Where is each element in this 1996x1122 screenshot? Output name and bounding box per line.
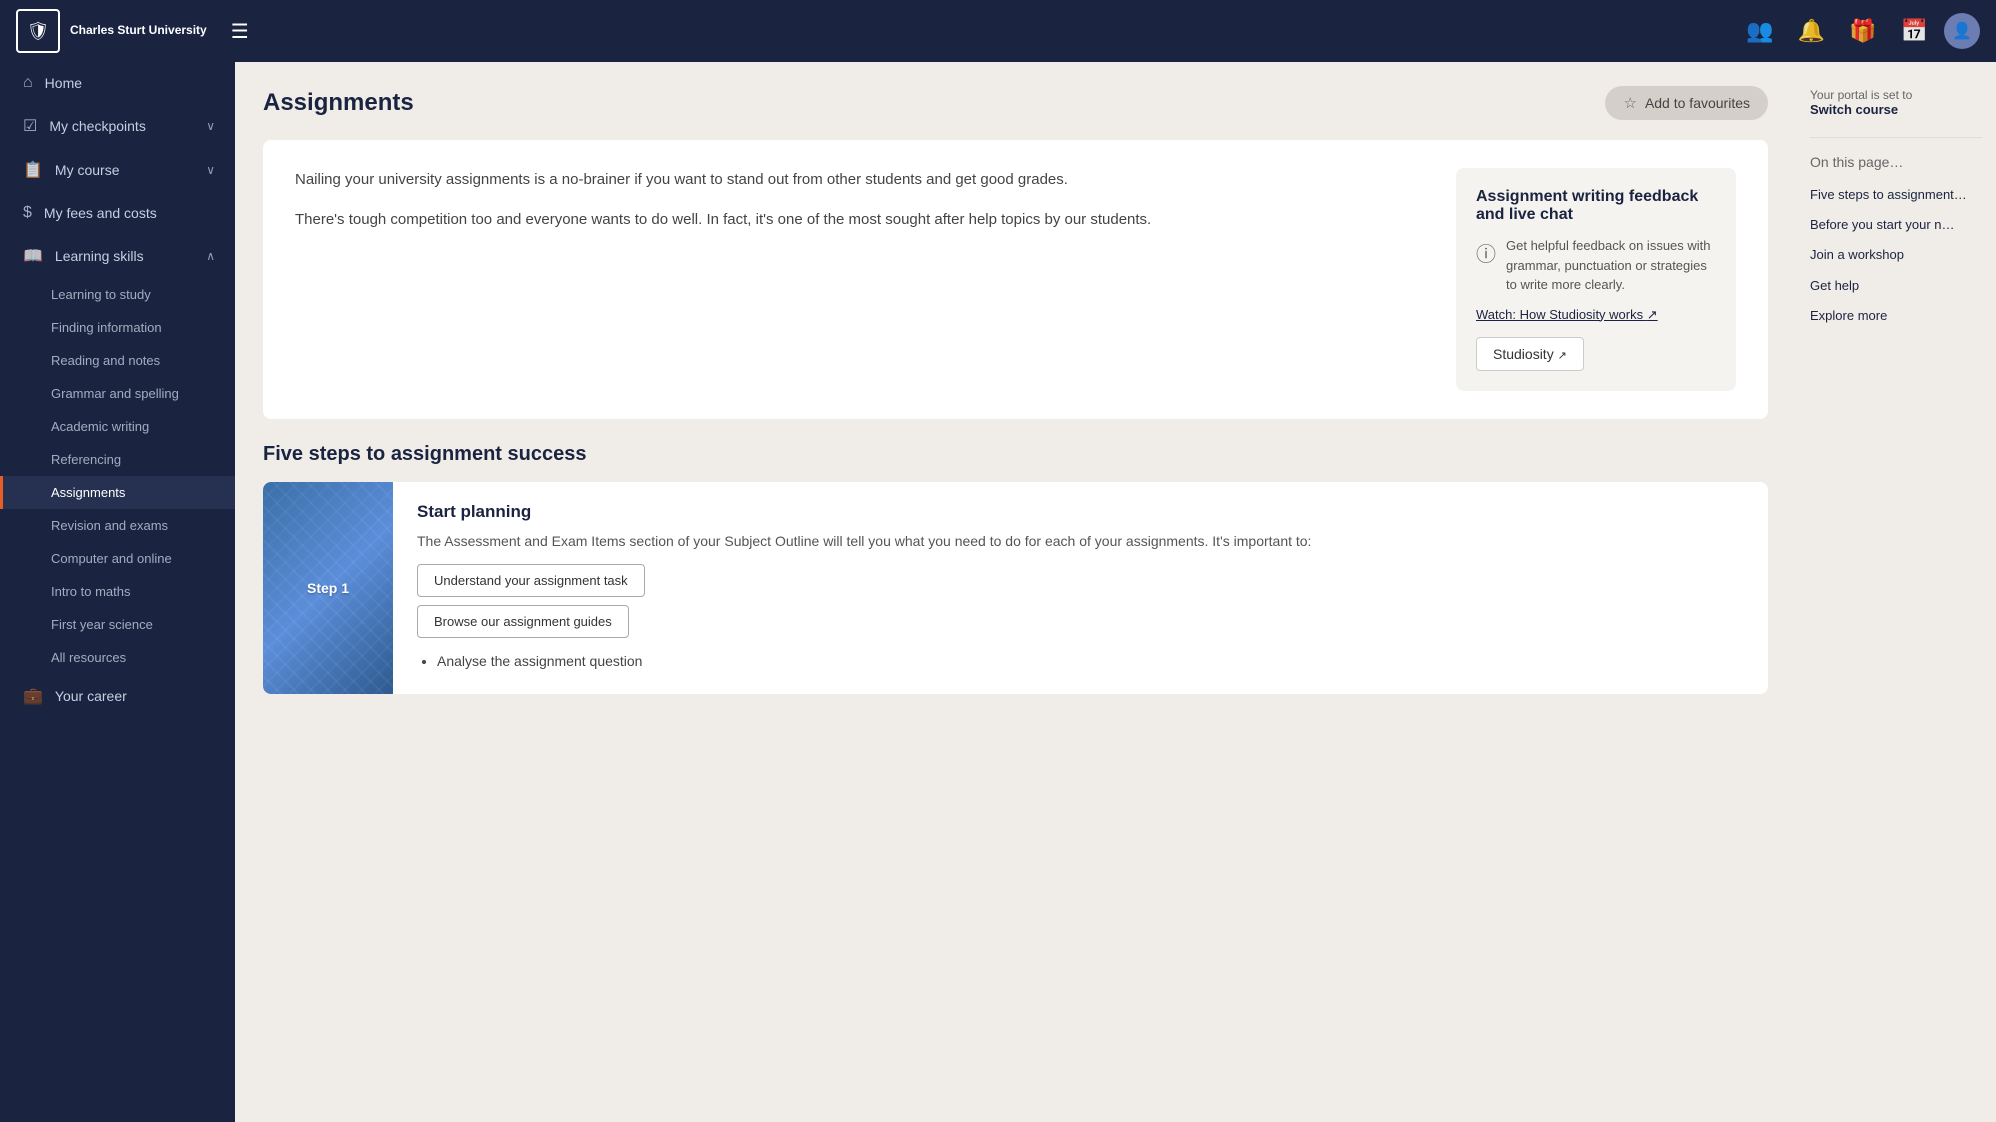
browse-guides-button[interactable]: Browse our assignment guides (417, 605, 629, 638)
menu-toggle-icon[interactable]: ☰ (223, 11, 257, 52)
sidebar-item-all-resources[interactable]: All resources (0, 641, 235, 674)
logo-shield-icon: 🛡 (16, 9, 60, 53)
studiosity-label: Studiosity (1493, 346, 1554, 362)
sidebar-label-learning: Learning skills (55, 248, 194, 264)
sidebar-item-academic-writing[interactable]: Academic writing (0, 410, 235, 443)
calendar-icon[interactable]: 📅 (1893, 10, 1936, 52)
gift-icon[interactable]: 🎁 (1841, 10, 1884, 52)
intro-card: Nailing your university assignments is a… (263, 140, 1768, 419)
course-icon: 📋 (23, 160, 43, 180)
learning-icon: 📖 (23, 246, 43, 266)
bullet-list: Analyse the assignment question (417, 650, 1744, 674)
sidebar-item-reading-and-notes[interactable]: Reading and notes (0, 344, 235, 377)
step-label: Step 1 (307, 580, 349, 596)
sidebar-item-label: Home (45, 75, 215, 91)
users-icon[interactable]: 👥 (1738, 10, 1781, 52)
chevron-down-icon-course: ∨ (206, 163, 215, 177)
toc-title: On this page… (1810, 154, 1982, 170)
sidebar-item-your-career[interactable]: 💼 Your career (0, 674, 235, 718)
sidebar-item-checkpoints[interactable]: ☑ My checkpoints ∨ (0, 104, 235, 148)
sidebar-item-fees[interactable]: $ My fees and costs (0, 192, 235, 234)
top-navigation: 🛡 Charles Sturt University ☰ 👥 🔔 🎁 📅 👤 (0, 0, 1996, 62)
logo: 🛡 Charles Sturt University (16, 9, 207, 53)
sidebar-item-grammar-and-spelling[interactable]: Grammar and spelling (0, 377, 235, 410)
step-card: Step 1 Start planning The Assessment and… (263, 482, 1768, 694)
add-favourites-label: Add to favourites (1645, 95, 1750, 111)
info-row: ⓘ Get helpful feedback on issues with gr… (1476, 236, 1716, 295)
right-sidebar: Your portal is set to Switch course On t… (1796, 62, 1996, 1122)
checkpoints-icon: ☑ (23, 116, 37, 136)
step-image-inner: Step 1 (263, 482, 393, 694)
page-header: Assignments ☆ Add to favourites (263, 86, 1768, 120)
home-icon: ⌂ (23, 74, 33, 92)
bullet-item: Analyse the assignment question (437, 650, 1744, 674)
star-icon: ☆ (1623, 94, 1636, 112)
sidebar-item-course[interactable]: 📋 My course ∨ (0, 148, 235, 192)
sidebar-label-fees: My fees and costs (44, 205, 215, 221)
main-content: Assignments ☆ Add to favourites Nailing … (235, 62, 1796, 1122)
toc-link-1[interactable]: Before you start your n… (1810, 216, 1982, 234)
user-avatar[interactable]: 👤 (1944, 13, 1980, 49)
toc-link-4[interactable]: Explore more (1810, 307, 1982, 325)
intro-para-1: Nailing your university assignments is a… (295, 168, 1432, 192)
sidebar-label-checkpoints: My checkpoints (49, 118, 194, 134)
chevron-down-icon: ∨ (206, 119, 215, 133)
external-icon-studiosity: ↗ (1558, 350, 1567, 362)
step-image: Step 1 (263, 482, 393, 694)
toc-link-3[interactable]: Get help (1810, 277, 1982, 295)
portal-prefix: Your portal is set to (1810, 88, 1912, 102)
step-description: The Assessment and Exam Items section of… (417, 530, 1744, 552)
watch-link[interactable]: Watch: How Studiosity works ↗ (1476, 307, 1716, 323)
external-link-icon: ↗ (1647, 307, 1658, 322)
step-heading: Start planning (417, 502, 1744, 522)
logo-text: Charles Sturt University (70, 23, 207, 39)
toc-link-2[interactable]: Join a workshop (1810, 246, 1982, 264)
fees-icon: $ (23, 204, 32, 222)
understand-task-button[interactable]: Understand your assignment task (417, 564, 645, 597)
add-favourites-button[interactable]: ☆ Add to favourites (1605, 86, 1768, 120)
sidebar-item-home[interactable]: ⌂ Home (0, 62, 235, 104)
sidebar-item-revision-and-exams[interactable]: Revision and exams (0, 509, 235, 542)
portal-switch-link[interactable]: Switch course (1810, 102, 1898, 117)
career-icon: 💼 (23, 686, 43, 706)
watch-link-text: Watch: How Studiosity works (1476, 307, 1643, 322)
sidebar-item-learning-skills[interactable]: 📖 Learning skills ∧ (0, 234, 235, 278)
page-title: Assignments (263, 89, 414, 117)
step-detail: Start planning The Assessment and Exam I… (393, 482, 1768, 694)
sidebar: ⌂ Home ☑ My checkpoints ∨ 📋 My course ∨ … (0, 62, 235, 1122)
intro-text: Nailing your university assignments is a… (295, 168, 1432, 391)
sidebar-item-first-year-science[interactable]: First year science (0, 608, 235, 641)
info-circle-icon: ⓘ (1476, 238, 1496, 267)
sidebar-item-finding-information[interactable]: Finding information (0, 311, 235, 344)
sidebar-item-referencing[interactable]: Referencing (0, 443, 235, 476)
sidebar-item-intro-to-maths[interactable]: Intro to maths (0, 575, 235, 608)
section-title: Five steps to assignment success (263, 443, 1768, 466)
sidebar-item-learning-to-study[interactable]: Learning to study (0, 278, 235, 311)
sidebar-card: Assignment writing feedback and live cha… (1456, 168, 1736, 391)
sidebar-label-career: Your career (55, 688, 215, 704)
toc-link-0[interactable]: Five steps to assignment… (1810, 186, 1982, 204)
sidebar-item-computer-and-online[interactable]: Computer and online (0, 542, 235, 575)
sidebar-card-title: Assignment writing feedback and live cha… (1476, 188, 1716, 224)
info-description: Get helpful feedback on issues with gram… (1506, 236, 1716, 295)
studiosity-button[interactable]: Studiosity ↗ (1476, 337, 1584, 371)
sidebar-label-course: My course (55, 162, 194, 178)
sidebar-item-assignments[interactable]: Assignments (0, 476, 235, 509)
intro-para-2: There's tough competition too and everyo… (295, 208, 1432, 232)
bell-icon[interactable]: 🔔 (1790, 10, 1833, 52)
chevron-up-icon: ∧ (206, 249, 215, 263)
step-buttons: Understand your assignment task Browse o… (417, 564, 1744, 638)
